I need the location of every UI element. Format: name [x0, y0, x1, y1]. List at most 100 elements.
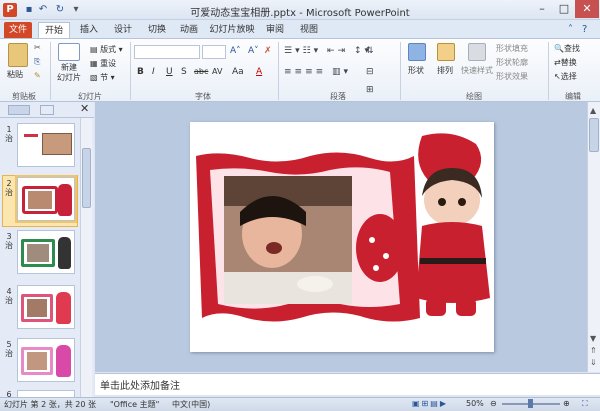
powerpoint-logo-icon[interactable]: P: [3, 3, 17, 17]
undo-icon[interactable]: ↶: [36, 3, 50, 17]
slide-thumbnail[interactable]: [15, 175, 77, 223]
tab-insert[interactable]: 插入: [76, 22, 102, 39]
tab-transitions[interactable]: 切换: [144, 22, 170, 39]
fit-to-window-icon[interactable]: ⛶: [582, 399, 588, 409]
find-button[interactable]: 🔍查找: [554, 43, 580, 54]
redo-icon[interactable]: ↻: [53, 3, 67, 17]
tab-design[interactable]: 设计: [110, 22, 136, 39]
underline-button[interactable]: U: [166, 67, 173, 77]
tab-file[interactable]: 文件: [4, 22, 32, 39]
section-button[interactable]: ▧ 节 ▾: [90, 72, 115, 83]
bullets-icon[interactable]: ☰▾☷▾ ⇤⇥ ↕▾: [284, 46, 372, 56]
format-painter-icon[interactable]: ✎: [34, 71, 41, 80]
next-slide-icon[interactable]: ⇓: [590, 358, 597, 367]
shape-effects-button[interactable]: 形状效果: [496, 71, 528, 82]
cut-icon[interactable]: ✂: [34, 43, 41, 52]
slide-scrollbar[interactable]: ▲ ▼ ⇑ ⇓: [587, 102, 600, 372]
shapes-button[interactable]: 形状: [408, 65, 424, 76]
close-button[interactable]: ✕: [575, 0, 599, 18]
copy-icon[interactable]: ⎘: [34, 57, 40, 67]
slide-thumbnail[interactable]: [17, 230, 75, 274]
help-icon[interactable]: ?: [582, 24, 587, 35]
close-pane-icon[interactable]: ✕: [80, 102, 89, 115]
theme-name[interactable]: "Office 主题": [110, 399, 159, 410]
quick-styles-button[interactable]: 快速样式: [461, 65, 493, 76]
slide-thumbnail[interactable]: [17, 123, 75, 167]
bold-button[interactable]: B: [137, 67, 144, 77]
align-text-icon[interactable]: ⊟: [366, 67, 374, 77]
section-label: 节: [100, 73, 109, 82]
slide-thumbnail[interactable]: [17, 285, 75, 329]
zoom-slider-thumb[interactable]: [528, 399, 533, 408]
tab-slideshow[interactable]: 幻灯片放映: [208, 22, 256, 39]
font-size-combo[interactable]: [202, 45, 226, 59]
slides-group-label: 幻灯片: [78, 92, 102, 101]
zoom-in-icon[interactable]: ⊕: [563, 399, 570, 408]
tab-review[interactable]: 审阅: [262, 22, 288, 39]
shape-outline-button[interactable]: 形状轮廓: [496, 57, 528, 68]
zoom-out-icon[interactable]: ⊖: [490, 399, 497, 408]
notes-placeholder[interactable]: 单击此处添加备注: [100, 377, 180, 392]
char-spacing-button[interactable]: AV: [212, 67, 222, 76]
reset-button[interactable]: ▦ 重设: [90, 58, 116, 69]
clear-format-icon[interactable]: ✗: [264, 46, 272, 56]
strikethrough-button[interactable]: abc: [194, 67, 208, 76]
shrink-font-icon[interactable]: A˅: [248, 46, 259, 56]
ribbon-tabs: 文件 开始 插入 设计 切换 动画 幻灯片放映 审阅 视图: [0, 20, 600, 39]
slide-canvas[interactable]: [190, 122, 494, 352]
tab-animations[interactable]: 动画: [176, 22, 202, 39]
paste-icon[interactable]: [8, 43, 28, 67]
find-label: 查找: [563, 44, 580, 53]
customize-qat-icon[interactable]: ▾: [69, 3, 83, 17]
arrange-icon[interactable]: [437, 43, 455, 61]
tab-home[interactable]: 开始: [38, 22, 70, 39]
zoom-level[interactable]: 50%: [466, 399, 484, 408]
font-color-button[interactable]: A: [256, 67, 262, 77]
slide-thumbnail[interactable]: [17, 338, 75, 382]
shapes-icon[interactable]: [408, 43, 426, 61]
layout-button[interactable]: ▤ 版式 ▾: [90, 44, 123, 55]
tab-view[interactable]: 视图: [296, 22, 322, 39]
paste-button[interactable]: 粘贴: [7, 69, 23, 80]
quick-styles-icon[interactable]: [468, 43, 486, 61]
select-button[interactable]: ↖选择: [554, 71, 577, 82]
shape-fill-button[interactable]: 形状填充: [496, 43, 528, 54]
new-slide-icon[interactable]: [58, 43, 80, 61]
thumbnail-doll: [58, 184, 72, 216]
thumbnail-photo: [27, 299, 47, 317]
italic-button[interactable]: I: [152, 67, 155, 77]
slides-pane-scrollbar[interactable]: [80, 118, 92, 397]
reset-label: 重设: [100, 59, 117, 68]
arrange-button[interactable]: 排列: [437, 65, 453, 76]
scroll-thumb[interactable]: [589, 118, 599, 152]
scroll-down-icon[interactable]: ▼: [590, 334, 596, 343]
scroll-up-icon[interactable]: ▲: [590, 106, 596, 115]
font-name-combo[interactable]: [134, 45, 200, 59]
maximize-button[interactable]: □: [553, 0, 575, 18]
thumbnail-doll: [58, 237, 71, 269]
minimize-ribbon-icon[interactable]: ˄: [568, 24, 573, 35]
ribbon: 粘贴 ✂ ⎘ ✎ 剪贴板 新建 幻灯片 ▤ 版式 ▾ ▦ 重设 ▧ 节 ▾ 幻灯…: [0, 38, 600, 102]
thumbnail-photo: [27, 244, 49, 262]
view-buttons-icon[interactable]: ▣⊞▤▶: [412, 399, 448, 408]
window-title: 可爱动态宝宝相册.pptx - Microsoft PowerPoint: [190, 8, 410, 19]
previous-slide-icon[interactable]: ⇑: [590, 346, 597, 355]
outline-tab[interactable]: [40, 105, 54, 115]
grow-font-icon[interactable]: A˄: [230, 46, 241, 56]
scroll-thumb[interactable]: [82, 148, 91, 208]
replace-button[interactable]: ⇄替换: [554, 57, 577, 68]
slide-number: 5 治: [5, 340, 13, 358]
replace-label: 替换: [560, 58, 577, 67]
clipboard-group-label: 剪贴板: [12, 92, 36, 101]
slide-number: 2 治: [5, 179, 13, 197]
slide-counter: 幻灯片 第 2 张，共 20 张: [4, 400, 96, 409]
minimize-button[interactable]: –: [531, 0, 553, 18]
slides-tab[interactable]: [8, 105, 30, 115]
language-status[interactable]: 中文(中国): [172, 399, 210, 410]
align-icons[interactable]: ≡≡≡≡ ▥▾: [284, 67, 351, 77]
shadow-button[interactable]: S: [181, 67, 187, 77]
new-slide-button[interactable]: 新建 幻灯片: [57, 63, 81, 83]
text-direction-icon[interactable]: ⇅: [366, 46, 374, 56]
save-icon[interactable]: ▪: [22, 3, 36, 17]
change-case-button[interactable]: Aa: [232, 67, 244, 77]
